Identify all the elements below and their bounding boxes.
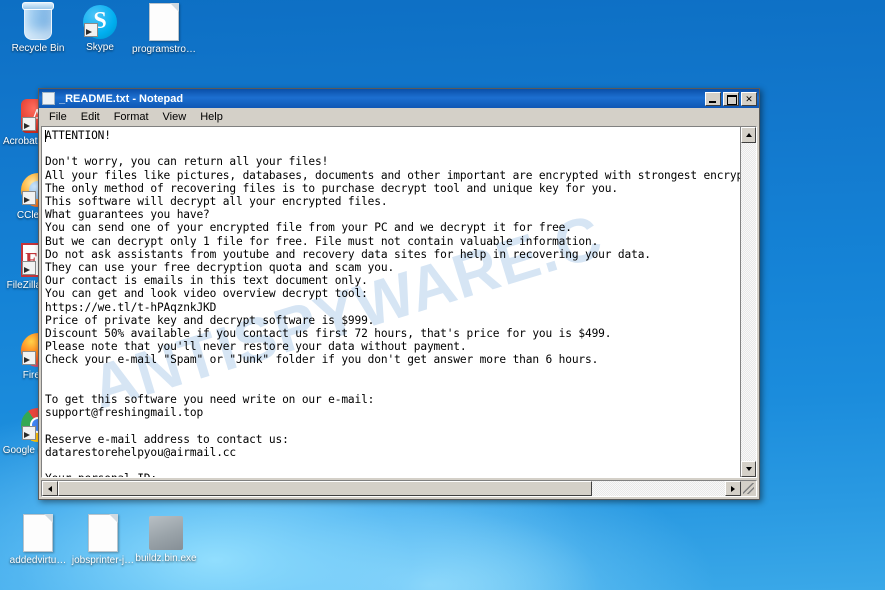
horizontal-scrollbar[interactable] <box>41 480 757 497</box>
window-controls: ✕ <box>705 91 757 106</box>
text-caret <box>45 130 46 142</box>
scroll-down-button[interactable] <box>741 461 756 477</box>
menu-item-file[interactable]: File <box>42 110 74 124</box>
notepad-menubar[interactable]: File Edit Format View Help <box>39 108 759 126</box>
horizontal-scroll-track[interactable] <box>58 481 725 496</box>
text-file-icon <box>83 514 123 552</box>
notepad-app-icon <box>42 92 55 105</box>
menu-item-format[interactable]: Format <box>107 110 156 124</box>
window-resize-grip[interactable] <box>741 481 756 496</box>
desktop-icon-label: buildz.bin.exe <box>135 553 197 564</box>
ransom-note-body: ATTENTION! Don't worry, you can return a… <box>45 129 740 477</box>
menu-item-view[interactable]: View <box>156 110 194 124</box>
notepad-window[interactable]: _README.txt - Notepad ✕ File Edit Format… <box>38 88 760 500</box>
desktop[interactable]: Recycle Bin S Skype programstro… A Acrob… <box>0 0 885 590</box>
horizontal-scroll-thumb[interactable] <box>58 481 592 496</box>
skype-icon: S <box>80 5 120 39</box>
recycle-bin-icon <box>18 2 58 40</box>
ransom-note-text[interactable]: ATTENTION! Don't worry, you can return a… <box>42 127 740 477</box>
notepad-edit-area[interactable]: ANTISPYWARE.C ATTENTION! Don't worry, yo… <box>41 126 757 478</box>
text-file-icon <box>144 3 184 41</box>
executable-icon <box>146 516 186 550</box>
desktop-icon-buildz-bin-exe[interactable]: buildz.bin.exe <box>128 513 204 564</box>
scroll-right-button[interactable] <box>725 481 741 496</box>
maximize-button[interactable] <box>723 91 739 106</box>
scroll-left-button[interactable] <box>42 481 58 496</box>
desktop-icon-programstro[interactable]: programstro… <box>126 2 202 55</box>
notepad-titlebar[interactable]: _README.txt - Notepad ✕ <box>39 89 759 108</box>
minimize-button[interactable] <box>705 91 721 106</box>
close-button[interactable]: ✕ <box>741 91 757 106</box>
desktop-icon-label: programstro… <box>132 44 196 55</box>
menu-item-edit[interactable]: Edit <box>74 110 107 124</box>
vertical-scroll-track[interactable] <box>741 143 756 461</box>
text-file-icon <box>18 514 58 552</box>
vertical-scrollbar[interactable] <box>740 127 756 477</box>
scroll-up-button[interactable] <box>741 127 756 143</box>
menu-item-help[interactable]: Help <box>193 110 230 124</box>
notepad-title: _README.txt - Notepad <box>59 92 184 105</box>
